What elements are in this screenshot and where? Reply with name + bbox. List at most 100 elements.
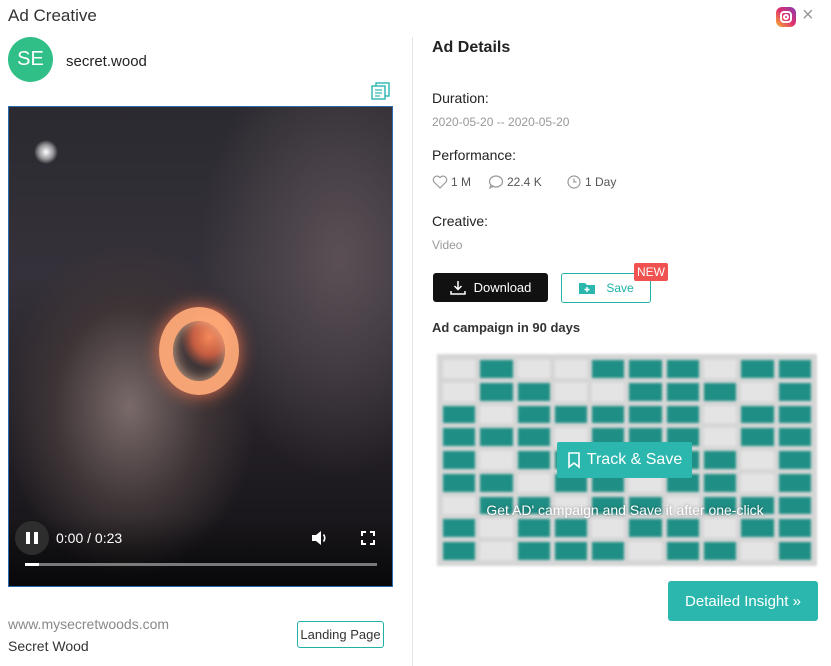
heatmap-cell [517,428,550,447]
heatmap-cell [666,360,700,378]
page-title: Ad Creative [8,6,97,25]
heatmap-cell [517,382,550,401]
heatmap-cell [443,360,476,378]
heatmap-cell [592,519,625,538]
heatmap-cell [480,405,513,424]
heatmap-cell [517,405,550,424]
heatmap-cell [741,473,774,492]
close-icon[interactable]: × [802,5,814,25]
performance-label: Performance: [432,147,517,163]
heatmap-cell [517,473,550,492]
heatmap-cell [629,405,662,424]
heatmap-cell [592,542,625,560]
campaign-title: Ad campaign in 90 days [432,320,581,335]
copy-icon[interactable] [371,82,391,100]
heatmap-cell [704,519,737,538]
landing-page-button[interactable]: Landing Page [297,621,384,648]
heatmap-cell [741,542,774,560]
duration-value: 2020-05-20 -- 2020-05-20 [432,115,570,129]
heart-icon [432,175,448,189]
heatmap-cell [554,405,588,424]
heatmap-cell [778,473,811,492]
track-save-label: Track & Save [586,451,683,468]
comment-icon [488,175,504,189]
heatmap-cell [666,405,700,424]
volume-icon[interactable] [311,530,329,546]
brand-name: Secret Wood [8,638,89,654]
days-stat: 1 Day [566,175,616,189]
heatmap-cell [666,542,700,560]
likes-stat: 1 M [432,175,471,189]
heatmap-cell [480,451,513,469]
pause-icon [26,532,38,544]
detailed-insight-button[interactable]: Detailed Insight » [668,581,818,621]
heatmap-cell [704,405,737,424]
heatmap-cell [778,428,811,447]
heatmap-cell [741,405,774,424]
video-controls [9,516,392,586]
heatmap-cell [480,428,513,447]
fullscreen-icon[interactable] [361,531,375,545]
heatmap-cell [443,542,476,560]
heatmap-cell [443,519,476,538]
days-count: 1 Day [585,175,617,189]
heatmap-cell [480,360,513,378]
video-progress-fill [25,563,40,566]
comments-count: 22.4 K [507,175,542,189]
ad-video-player[interactable]: 0:00 / 0:23 [8,106,393,587]
avatar: SE [8,37,53,82]
heatmap-cell [480,382,513,401]
heatmap-cell [741,428,774,447]
heatmap-cell [480,473,513,492]
column-divider [412,37,413,666]
heatmap-cell [741,360,774,378]
heatmap-cell [629,360,662,378]
heatmap-cell [741,451,774,469]
landing-url: www.mysecretwoods.com [8,616,170,632]
heatmap-cell [778,451,811,469]
heatmap-cell [443,428,476,447]
heatmap-cell [666,382,700,401]
creative-label: Creative: [432,213,489,229]
heatmap-cell [517,542,550,560]
heatmap-cell [778,360,811,378]
heatmap-cell [629,382,662,401]
bookmark-icon [567,451,580,469]
heatmap-cell [517,451,550,469]
folder-plus-icon [579,283,596,294]
download-button[interactable]: Download [433,273,548,302]
heatmap-cell [629,519,662,538]
instagram-icon [776,7,796,27]
heatmap-cell [592,360,625,378]
heatmap-cell [704,360,737,378]
heatmap-cell [704,382,737,401]
heatmap-cell [443,473,476,492]
campaign-overlay-text: Get AD' campaign and Save it after one-c… [486,502,764,518]
heatmap-cell [592,382,625,401]
save-label: Save [606,281,634,295]
video-progress-bar[interactable] [25,563,377,566]
heatmap-cell [480,542,513,560]
comments-stat: 22.4 K [488,175,542,189]
ad-details-title: Ad Details [432,39,511,56]
heatmap-cell [778,519,811,538]
pause-button[interactable] [15,521,49,555]
heatmap-cell [704,428,737,447]
heatmap-cell [480,519,513,538]
heatmap-cell [443,405,476,424]
heatmap-cell [704,451,737,469]
heatmap-cell [741,382,774,401]
heatmap-cell [443,451,476,469]
new-badge: NEW [634,263,668,281]
heatmap-cell [778,542,811,560]
heatmap-cell [778,382,811,401]
creative-value: Video [432,238,463,252]
heatmap-cell [554,382,588,401]
clock-icon [567,175,581,189]
account-name[interactable]: secret.wood [66,53,147,70]
track-save-button[interactable]: Track & Save [557,442,692,478]
duration-label: Duration: [432,90,489,106]
video-time: 0:00 / 0:23 [56,530,123,546]
heatmap-cell [517,360,550,378]
heatmap-cell [666,519,700,538]
